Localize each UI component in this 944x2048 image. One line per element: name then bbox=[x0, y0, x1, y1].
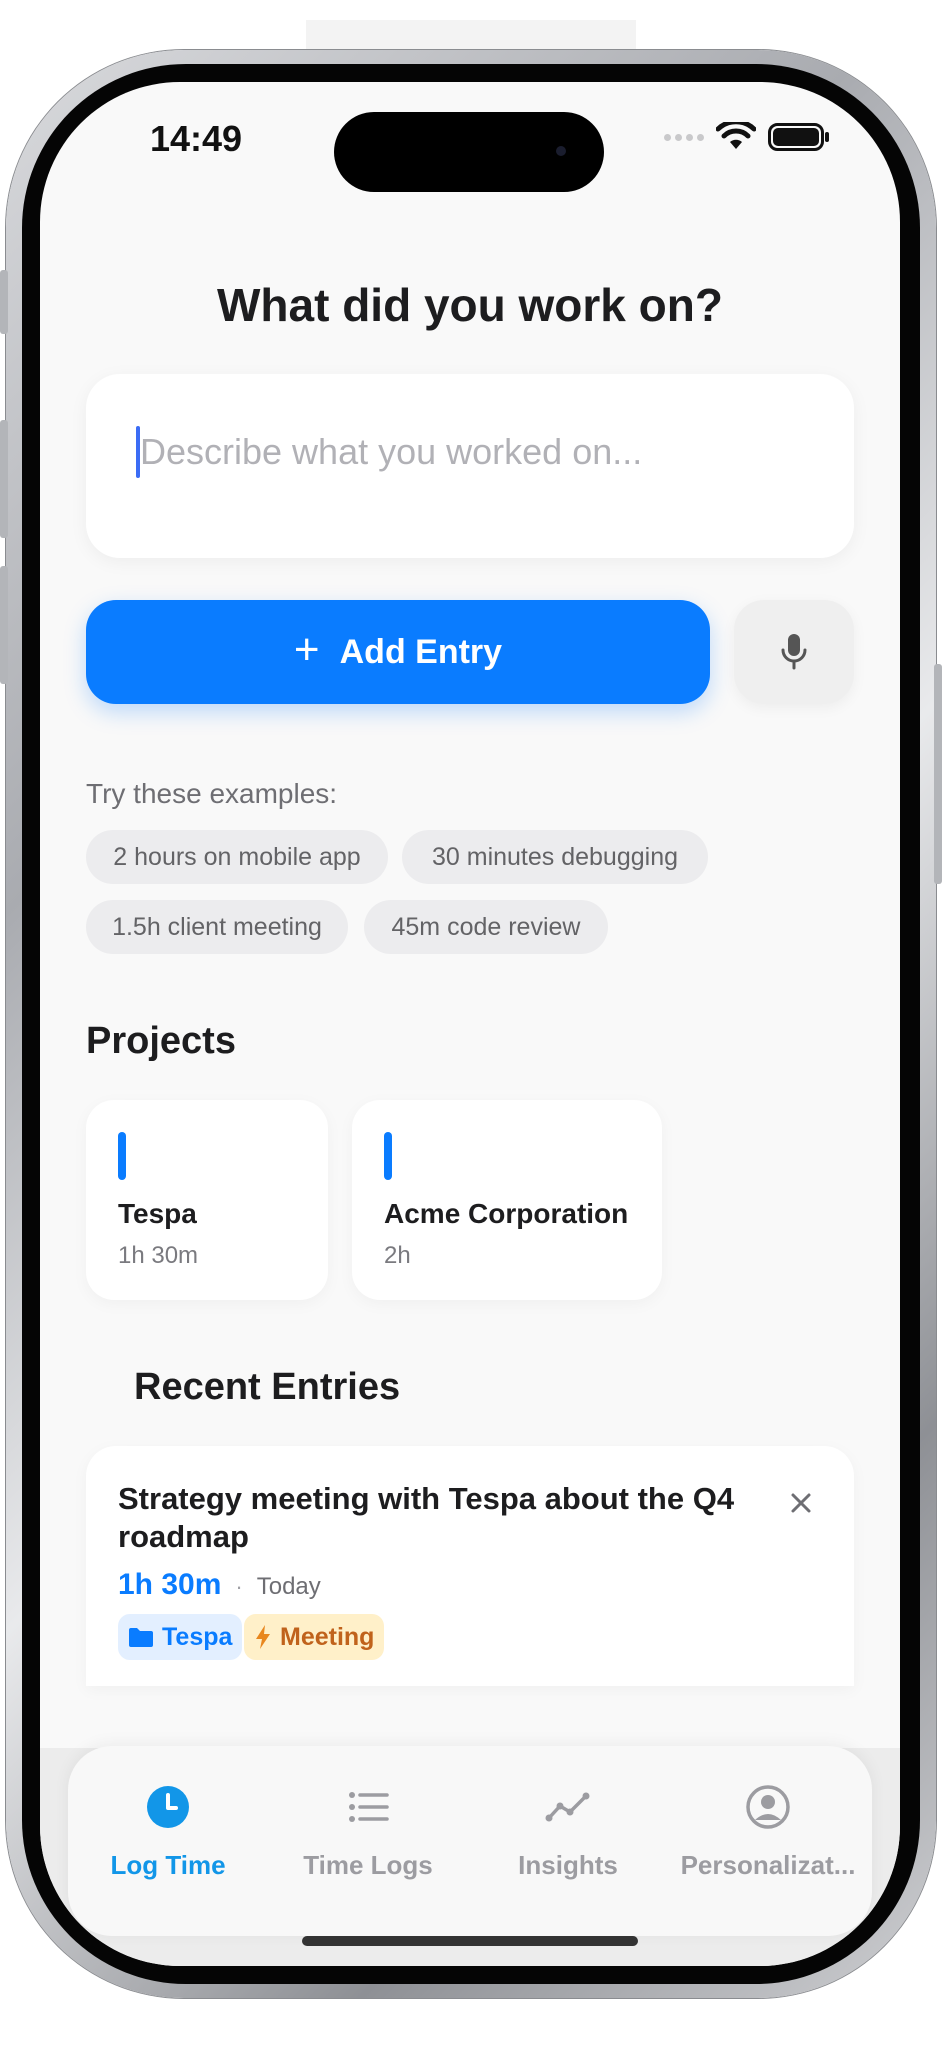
example-chip[interactable]: 1.5h client meeting bbox=[86, 900, 348, 954]
camera-dot bbox=[556, 146, 566, 156]
project-card-tespa[interactable]: Tespa 1h 30m bbox=[86, 1100, 328, 1300]
entry-meta: 1h 30m · Today bbox=[118, 1568, 321, 1602]
projects-title: Projects bbox=[86, 1020, 236, 1062]
folder-icon bbox=[129, 1628, 153, 1647]
page: 14:49 What did you work on? Describe wha… bbox=[0, 0, 944, 2048]
tab-bar: Log Time Time Logs Insights Personalizat… bbox=[68, 1746, 872, 1936]
list-icon bbox=[349, 1792, 389, 1822]
signal-icon bbox=[664, 133, 704, 141]
project-name: Tespa bbox=[118, 1198, 197, 1229]
project-name: Acme Corporation bbox=[384, 1198, 629, 1229]
example-chip[interactable]: 2 hours on mobile app bbox=[86, 830, 388, 884]
type-tag-label: Meeting bbox=[280, 1622, 375, 1651]
project-color-bar bbox=[384, 1132, 392, 1180]
tab-log-time[interactable]: Log Time bbox=[68, 1746, 268, 1936]
add-entry-button[interactable]: + Add Entry bbox=[86, 600, 710, 704]
tab-label: Personalizat... bbox=[680, 1850, 856, 1880]
type-tag[interactable]: Meeting bbox=[244, 1614, 385, 1660]
side-button-right bbox=[934, 664, 942, 884]
recent-entry-card[interactable]: Strategy meeting with Tespa about the Q4… bbox=[86, 1446, 854, 1686]
battery-icon bbox=[768, 123, 829, 151]
person-icon bbox=[746, 1785, 790, 1829]
add-entry-label: Add Entry bbox=[339, 632, 503, 671]
status-icons bbox=[664, 122, 830, 152]
entry-input-box[interactable] bbox=[86, 374, 854, 558]
project-tag-label: Tespa bbox=[162, 1622, 233, 1651]
tab-label: Log Time bbox=[110, 1850, 226, 1880]
project-time: 1h 30m bbox=[118, 1242, 199, 1269]
plus-icon: + bbox=[293, 625, 320, 674]
tab-personalization[interactable]: Personalizat... bbox=[668, 1746, 868, 1936]
wifi-icon bbox=[716, 122, 756, 149]
trend-icon bbox=[545, 1792, 590, 1822]
clock-icon bbox=[147, 1786, 189, 1828]
home-indicator bbox=[302, 1936, 638, 1946]
examples-label: Try these examples: bbox=[86, 778, 338, 809]
example-chip[interactable]: 45m code review bbox=[364, 900, 608, 954]
entry-date: Today bbox=[256, 1573, 321, 1600]
entry-description-input[interactable] bbox=[140, 418, 820, 486]
entry-duration: 1h 30m bbox=[118, 1568, 222, 1601]
entry-title: Strategy meeting with Tespa about the Q4… bbox=[118, 1481, 735, 1554]
meta-separator-icon: · bbox=[235, 1574, 243, 1599]
microphone-icon bbox=[781, 634, 807, 670]
dynamic-island bbox=[334, 112, 604, 192]
project-tag[interactable]: Tespa bbox=[118, 1614, 243, 1660]
example-chip[interactable]: 30 minutes debugging bbox=[402, 830, 708, 884]
status-time: 14:49 bbox=[150, 118, 243, 159]
lightning-icon bbox=[256, 1625, 270, 1649]
close-icon[interactable] bbox=[786, 1488, 816, 1518]
top-ghost-bar bbox=[306, 20, 636, 50]
side-button-left-3 bbox=[0, 566, 8, 684]
tab-time-logs[interactable]: Time Logs bbox=[268, 1746, 468, 1936]
side-button-left-1 bbox=[0, 270, 8, 334]
project-time: 2h bbox=[384, 1242, 411, 1269]
app-screen: 14:49 What did you work on? Describe wha… bbox=[40, 82, 900, 1966]
project-color-bar bbox=[118, 1132, 126, 1180]
tab-insights[interactable]: Insights bbox=[468, 1746, 668, 1936]
side-button-left-2 bbox=[0, 420, 8, 538]
voice-input-button[interactable] bbox=[734, 600, 854, 704]
page-title: What did you work on? bbox=[217, 279, 723, 331]
tab-label: Insights bbox=[518, 1850, 618, 1880]
tab-label: Time Logs bbox=[303, 1850, 433, 1880]
recent-entries-title: Recent Entries bbox=[134, 1366, 401, 1408]
project-card-acme[interactable]: Acme Corporation 2h bbox=[352, 1100, 662, 1300]
